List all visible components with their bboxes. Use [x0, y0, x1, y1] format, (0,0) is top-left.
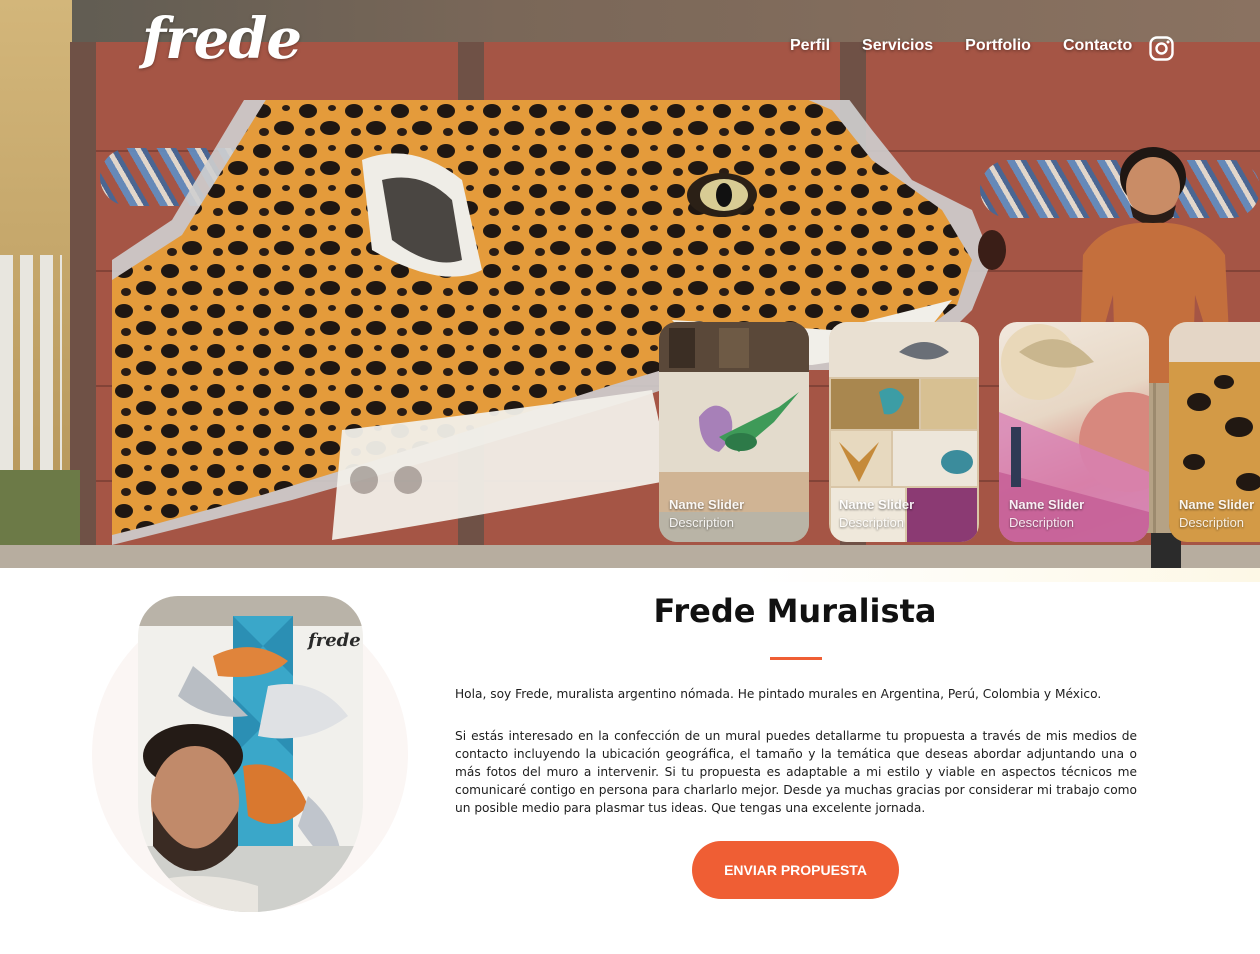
card-description: Description: [1179, 515, 1245, 530]
slider-arrows[interactable]: [350, 466, 440, 496]
slider-prev-button[interactable]: [350, 466, 378, 494]
portrait-sign: frede: [306, 630, 361, 651]
send-proposal-button[interactable]: ENVIAR PROPUESTA: [692, 841, 899, 899]
slider-card[interactable]: Name Slider Description: [659, 322, 809, 542]
card-description: Description: [839, 515, 905, 530]
divider-strip: [0, 568, 1260, 582]
portrait-image: frede: [138, 596, 363, 912]
white-fence: [0, 255, 62, 485]
nav-servicios[interactable]: Servicios: [862, 37, 933, 55]
slider-card[interactable]: Name Slider Description: [1169, 322, 1260, 542]
nav-perfil[interactable]: Perfil: [790, 37, 830, 55]
slider-card[interactable]: Name Slider Description: [999, 322, 1149, 542]
page-title: Frede Muralista: [653, 592, 937, 630]
site-logo[interactable]: frede: [142, 6, 302, 72]
main-nav: Perfil Servicios Portfolio Contacto: [790, 37, 1132, 55]
instagram-icon[interactable]: [1149, 36, 1174, 61]
nav-contacto[interactable]: Contacto: [1063, 37, 1132, 55]
slider-next-button[interactable]: [394, 466, 422, 494]
portrait-photo: frede: [138, 596, 363, 912]
card-name: Name Slider: [669, 497, 745, 512]
pavement: [0, 545, 1260, 568]
hero-banner: Name Slider Description Name Slider Desc…: [0, 0, 1260, 568]
nav-portfolio[interactable]: Portfolio: [965, 37, 1031, 55]
slider-card[interactable]: Name Slider Description: [829, 322, 979, 542]
intro-paragraph: Hola, soy Frede, muralista argentino nóm…: [455, 687, 1102, 701]
card-name: Name Slider: [839, 497, 915, 512]
body-paragraph: Si estás interesado en la confección de …: [455, 729, 1137, 815]
card-name: Name Slider: [1179, 497, 1255, 512]
card-name: Name Slider: [1009, 497, 1085, 512]
title-underline: [770, 657, 822, 660]
card-description: Description: [669, 515, 735, 530]
card-description: Description: [1009, 515, 1075, 530]
